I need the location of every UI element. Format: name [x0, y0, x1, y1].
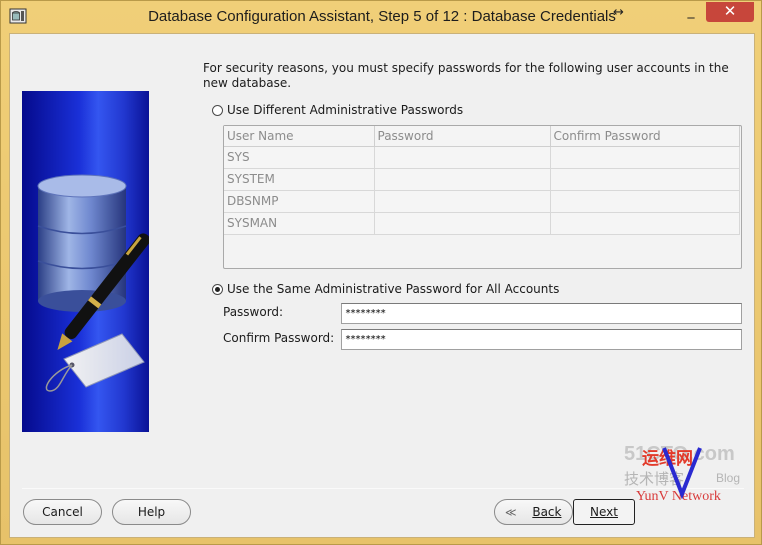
radio-different-passwords[interactable]	[212, 104, 223, 116]
cell-password	[374, 146, 551, 169]
cancel-button[interactable]: Cancel	[23, 499, 102, 525]
cell-user-name: SYSTEM	[224, 168, 375, 191]
cell-confirm-password	[550, 168, 740, 191]
cell-confirm-password	[550, 146, 740, 169]
column-user-name: User Name	[224, 126, 375, 147]
password-label: Password:	[223, 305, 284, 319]
accounts-grid: User Name Password Confirm Password SYS …	[223, 125, 742, 269]
help-button[interactable]: Help	[112, 499, 191, 525]
window-frame: Database Configuration Assistant, Step 5…	[0, 0, 762, 545]
close-button[interactable]: ✕	[706, 2, 754, 22]
password-field[interactable]: ********	[341, 303, 742, 324]
cell-password	[374, 190, 551, 213]
table-row: SYS	[224, 146, 740, 169]
cancel-button-label: Cancel	[42, 505, 83, 519]
radio-same-password[interactable]	[212, 283, 223, 295]
back-arrow-icon: ≪	[505, 506, 517, 519]
resize-icon[interactable]: ↔	[613, 5, 624, 20]
back-button-label: Back	[532, 505, 562, 519]
footer-divider	[22, 488, 744, 489]
option-different-passwords[interactable]: Use Different Administrative Passwords	[212, 103, 463, 117]
confirm-password-label: Confirm Password:	[223, 331, 335, 345]
back-button[interactable]: ≪ Back	[494, 499, 573, 525]
title-bar[interactable]: Database Configuration Assistant, Step 5…	[1, 1, 762, 33]
column-confirm-password: Confirm Password	[550, 126, 740, 147]
cell-password	[374, 168, 551, 191]
next-button[interactable]: Next	[573, 499, 635, 525]
database-pen-illustration	[37, 174, 149, 392]
table-row: DBSNMP	[224, 190, 740, 213]
wizard-illustration	[22, 91, 149, 432]
intro-text: For security reasons, you must specify p…	[203, 61, 729, 90]
dialog-content: For security reasons, you must specify p…	[9, 33, 755, 538]
cell-user-name: DBSNMP	[224, 190, 375, 213]
cell-user-name: SYSMAN	[224, 212, 375, 235]
column-password: Password	[374, 126, 551, 147]
table-row: SYSTEM	[224, 168, 740, 191]
cell-confirm-password	[550, 212, 740, 235]
window-title: Database Configuration Assistant, Step 5…	[148, 8, 616, 25]
minimize-button[interactable]: _	[678, 2, 704, 22]
option-same-password[interactable]: Use the Same Administrative Password for…	[212, 282, 559, 296]
confirm-password-field[interactable]: ********	[341, 329, 742, 350]
cell-confirm-password	[550, 190, 740, 213]
option-same-password-label: Use the Same Administrative Password for…	[227, 282, 560, 296]
option-different-passwords-label: Use Different Administrative Passwords	[227, 103, 464, 117]
cell-password	[374, 212, 551, 235]
next-button-label: Next	[590, 505, 618, 519]
cell-user-name: SYS	[224, 146, 375, 169]
help-button-label: Help	[137, 505, 166, 519]
table-row: SYSMAN	[224, 212, 740, 235]
